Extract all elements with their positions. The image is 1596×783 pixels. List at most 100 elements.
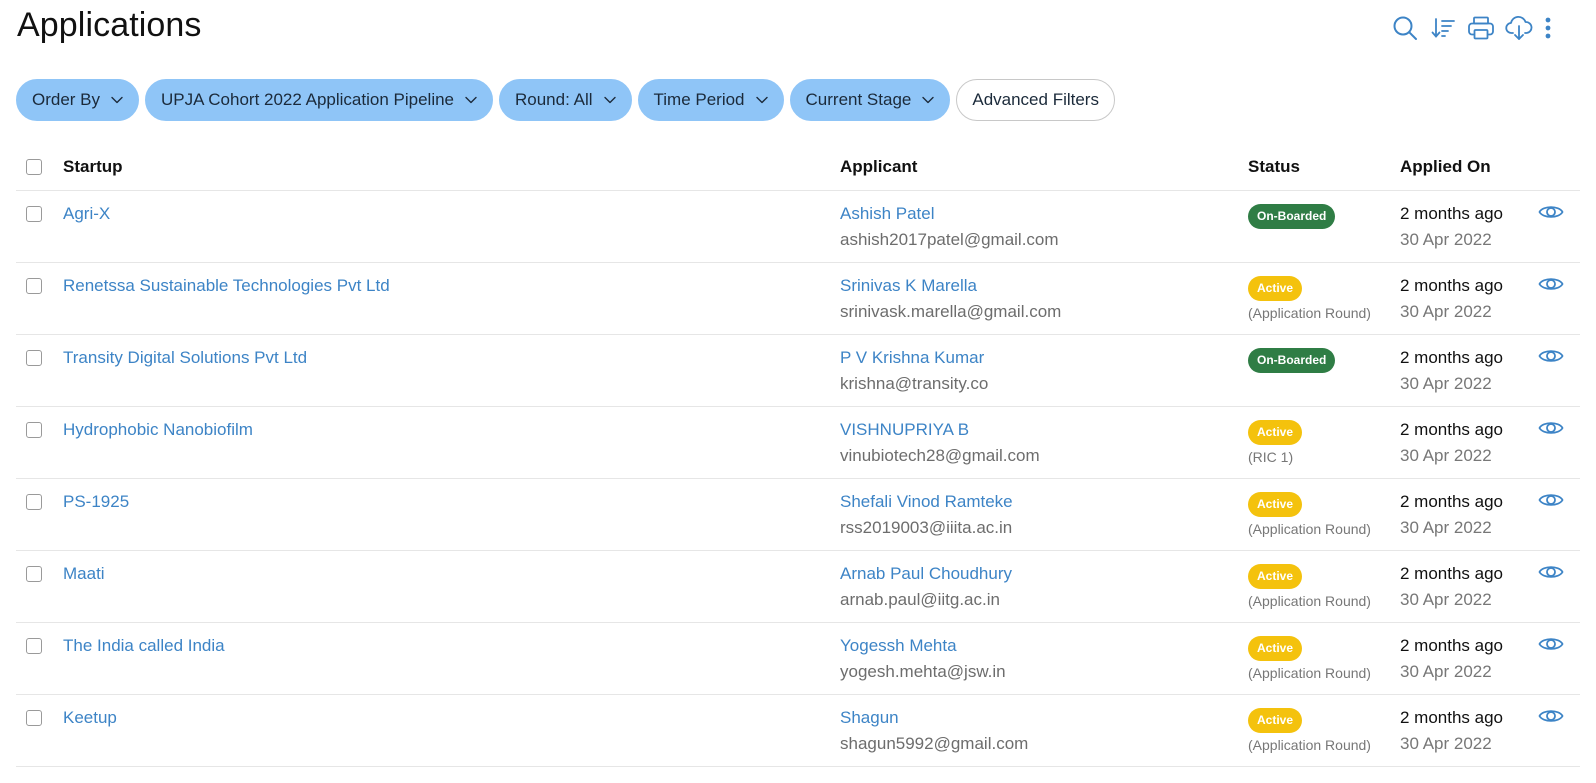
applied-relative: 2 months ago — [1400, 420, 1504, 439]
applicant-name-link[interactable]: Shagun — [840, 708, 1248, 728]
sort-icon[interactable] — [1424, 12, 1462, 44]
status-note: (Application Round) — [1248, 521, 1371, 537]
applicant-email: arnab.paul@iitg.ac.in — [840, 590, 1000, 609]
download-cloud-icon[interactable] — [1500, 12, 1538, 44]
status-badge: On-Boarded — [1248, 348, 1336, 373]
filter-label: Time Period — [653, 90, 745, 109]
filter-dropdown-upja-cohort-2022-application-pipeline[interactable]: UPJA Cohort 2022 Application Pipeline — [145, 79, 493, 121]
applied-date: 30 Apr 2022 — [1400, 374, 1492, 393]
view-eye-icon[interactable] — [1538, 347, 1564, 370]
applied-date: 30 Apr 2022 — [1400, 662, 1492, 681]
filter-dropdown-time-period[interactable]: Time Period — [637, 79, 784, 121]
chevron-down-icon — [464, 93, 478, 107]
applicant-email: vinubiotech28@gmail.com — [840, 446, 1040, 465]
applicant-email: shagun5992@gmail.com — [840, 734, 1029, 753]
status-badge: Active — [1248, 636, 1303, 661]
table-row[interactable]: Maati Arnab Paul Choudhury arnab.paul@iitg… — [16, 550, 1580, 623]
filter-label: Round: All — [515, 90, 593, 109]
status-badge: Active — [1248, 492, 1303, 517]
row-checkbox[interactable] — [26, 566, 42, 582]
startup-link[interactable]: Keetup — [63, 708, 117, 728]
status-note: (RIC 1) — [1248, 449, 1294, 465]
chevron-down-icon — [755, 93, 769, 107]
status-badge: Active — [1248, 420, 1303, 445]
table-row[interactable]: Transity Digital Solutions Pvt Ltd P V Kr… — [16, 334, 1580, 407]
applications-table: Startup Applicant Status Applied On Agri… — [16, 144, 1580, 767]
view-eye-icon[interactable] — [1538, 707, 1564, 730]
applicant-name-link[interactable]: Yogessh Mehta — [840, 636, 1248, 656]
applied-date: 30 Apr 2022 — [1400, 590, 1492, 609]
view-eye-icon[interactable] — [1538, 419, 1564, 442]
applied-relative: 2 months ago — [1400, 636, 1504, 655]
status-note: (Application Round) — [1248, 305, 1371, 321]
startup-link[interactable]: PS-1925 — [63, 492, 129, 512]
applied-date: 30 Apr 2022 — [1400, 518, 1492, 537]
applied-relative: 2 months ago — [1400, 564, 1504, 583]
select-all-checkbox[interactable] — [26, 159, 42, 175]
row-checkbox[interactable] — [26, 422, 42, 438]
filter-label: Order By — [32, 90, 101, 109]
status-badge: On-Boarded — [1248, 204, 1336, 229]
status-badge: Active — [1248, 276, 1303, 301]
chevron-down-icon — [110, 93, 124, 107]
applicant-name-link[interactable]: Shefali Vinod Ramteke — [840, 492, 1248, 512]
applicant-email: yogesh.mehta@jsw.in — [840, 662, 1006, 681]
startup-link[interactable]: Hydrophobic Nanobiofilm — [63, 420, 253, 440]
filter-label: UPJA Cohort 2022 Application Pipeline — [161, 90, 454, 109]
status-badge: Active — [1248, 708, 1303, 733]
applied-relative: 2 months ago — [1400, 348, 1504, 367]
filter-bar: Order By UPJA Cohort 2022 Application Pip… — [16, 79, 1115, 121]
view-eye-icon[interactable] — [1538, 635, 1564, 658]
row-checkbox[interactable] — [26, 206, 42, 222]
table-row[interactable]: The India called India Yogessh Mehta yoges… — [16, 622, 1580, 695]
applied-relative: 2 months ago — [1400, 276, 1504, 295]
column-header-status[interactable]: Status — [1248, 144, 1400, 191]
table-row[interactable]: PS-1925 Shefali Vinod Ramteke rss2019003@i… — [16, 478, 1580, 551]
startup-link[interactable]: Agri-X — [63, 204, 110, 224]
table-row[interactable]: Agri-X Ashish Patel ashish2017patel@gmail.… — [16, 190, 1580, 263]
row-checkbox[interactable] — [26, 710, 42, 726]
row-checkbox[interactable] — [26, 638, 42, 654]
applicant-name-link[interactable]: Arnab Paul Choudhury — [840, 564, 1248, 584]
startup-link[interactable]: Renetssa Sustainable Technologies Pvt Lt… — [63, 276, 390, 296]
filter-dropdown-order-by[interactable]: Order By — [16, 79, 140, 121]
chevron-down-icon — [921, 93, 935, 107]
toolbar — [1386, 12, 1558, 44]
view-eye-icon[interactable] — [1538, 491, 1564, 514]
applicant-name-link[interactable]: VISHNUPRIYA B — [840, 420, 1248, 440]
filter-dropdown-round-all[interactable]: Round: All — [499, 79, 632, 121]
view-eye-icon[interactable] — [1538, 275, 1564, 298]
view-eye-icon[interactable] — [1538, 203, 1564, 226]
filter-dropdown-current-stage[interactable]: Current Stage — [789, 79, 951, 121]
column-header-applied-on[interactable]: Applied On — [1400, 144, 1526, 191]
startup-link[interactable]: Maati — [63, 564, 105, 584]
filter-button-advanced-filters[interactable]: Advanced Filters — [956, 79, 1115, 121]
column-header-applicant[interactable]: Applicant — [840, 144, 1248, 191]
row-checkbox[interactable] — [26, 350, 42, 366]
page-title: Applications — [17, 6, 202, 44]
column-header-startup[interactable]: Startup — [63, 144, 840, 191]
filter-label: Advanced Filters — [972, 90, 1099, 109]
applicant-name-link[interactable]: Srinivas K Marella — [840, 276, 1248, 296]
applied-date: 30 Apr 2022 — [1400, 446, 1492, 465]
applied-relative: 2 months ago — [1400, 708, 1504, 727]
applicant-name-link[interactable]: Ashish Patel — [840, 204, 1248, 224]
status-note: (Application Round) — [1248, 593, 1371, 609]
table-row[interactable]: Keetup Shagun shagun5992@gmail.com Active (A… — [16, 694, 1580, 767]
table-row[interactable]: Hydrophobic Nanobiofilm VISHNUPRIYA B vinu… — [16, 406, 1580, 479]
applied-date: 30 Apr 2022 — [1400, 734, 1492, 753]
row-checkbox[interactable] — [26, 278, 42, 294]
startup-link[interactable]: The India called India — [63, 636, 225, 656]
status-note: (Application Round) — [1248, 665, 1371, 681]
search-icon[interactable] — [1386, 12, 1424, 44]
applicant-name-link[interactable]: P V Krishna Kumar — [840, 348, 1248, 368]
startup-link[interactable]: Transity Digital Solutions Pvt Ltd — [63, 348, 307, 368]
filter-label: Current Stage — [805, 90, 912, 109]
print-icon[interactable] — [1462, 12, 1500, 44]
row-checkbox[interactable] — [26, 494, 42, 510]
chevron-down-icon — [603, 93, 617, 107]
applied-relative: 2 months ago — [1400, 204, 1504, 223]
more-vertical-icon[interactable] — [1538, 12, 1558, 44]
table-row[interactable]: Renetssa Sustainable Technologies Pvt Lt… — [16, 262, 1580, 335]
view-eye-icon[interactable] — [1538, 563, 1564, 586]
